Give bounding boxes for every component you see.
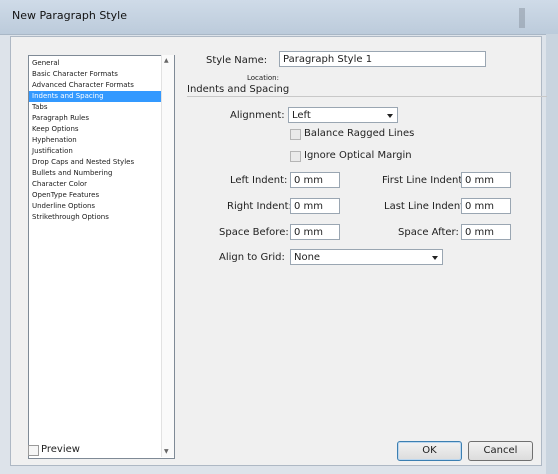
first-line-indent-label: First Line Indent: (382, 175, 466, 186)
category-item[interactable]: Indents and Spacing (29, 91, 174, 102)
align-to-grid-label: Align to Grid: (219, 252, 285, 263)
alignment-value: Left (292, 110, 311, 121)
category-list[interactable]: General Basic Character Formats Advanced C… (28, 55, 175, 459)
window-edge (546, 34, 558, 474)
balance-ragged-label: Balance Ragged Lines (304, 128, 415, 139)
style-name-label: Style Name: (206, 55, 268, 66)
category-item[interactable]: Keep Options (29, 124, 174, 135)
balance-ragged-checkbox[interactable] (290, 129, 301, 140)
cancel-button[interactable]: Cancel (468, 441, 533, 461)
preview-checkbox[interactable] (28, 445, 39, 456)
category-item[interactable]: OpenType Features (29, 190, 174, 201)
last-line-indent-field[interactable]: 0 mm (461, 198, 511, 214)
align-to-grid-value: None (294, 252, 321, 263)
ignore-optical-label: Ignore Optical Margin (304, 150, 412, 161)
category-item[interactable]: Tabs (29, 102, 174, 113)
category-item[interactable]: Character Color (29, 179, 174, 190)
right-indent-field[interactable]: 0 mm (290, 198, 340, 214)
dialog-panel: General Basic Character Formats Advanced C… (10, 36, 547, 466)
section-divider (187, 96, 547, 97)
title-bar: New Paragraph Style (0, 0, 558, 35)
category-item[interactable]: Advanced Character Formats (29, 80, 174, 91)
chevron-down-icon (432, 256, 438, 260)
category-item[interactable]: Paragraph Rules (29, 113, 174, 124)
left-indent-field[interactable]: 0 mm (290, 172, 340, 188)
category-item[interactable]: Justification (29, 146, 174, 157)
first-line-indent-field[interactable]: 0 mm (461, 172, 511, 188)
ignore-optical-checkbox[interactable] (290, 151, 301, 162)
chevron-down-icon (387, 114, 393, 118)
section-title: Indents and Spacing (187, 84, 290, 95)
space-before-field[interactable]: 0 mm (290, 224, 340, 240)
scroll-up-icon[interactable]: ▲ (164, 57, 169, 64)
alignment-dropdown[interactable]: Left (288, 107, 398, 123)
preview-label: Preview (41, 444, 80, 455)
ok-button[interactable]: OK (397, 441, 462, 461)
window-title: New Paragraph Style (12, 9, 127, 22)
space-after-label: Space After: (398, 227, 459, 238)
category-item[interactable]: Drop Caps and Nested Styles (29, 157, 174, 168)
scroll-down-icon[interactable]: ▼ (164, 448, 169, 455)
left-indent-label: Left Indent: (230, 175, 288, 186)
category-items: General Basic Character Formats Advanced C… (29, 56, 174, 223)
space-after-field[interactable]: 0 mm (461, 224, 511, 240)
category-item[interactable]: Basic Character Formats (29, 69, 174, 80)
location-label: Location: (247, 74, 279, 82)
category-item[interactable]: Hyphenation (29, 135, 174, 146)
title-bar-mark (519, 8, 525, 28)
category-item[interactable]: Strikethrough Options (29, 212, 174, 223)
category-item[interactable]: Bullets and Numbering (29, 168, 174, 179)
space-before-label: Space Before: (219, 227, 289, 238)
category-item[interactable]: General (29, 58, 174, 69)
style-name-field[interactable]: Paragraph Style 1 (279, 51, 486, 67)
alignment-label: Alignment: (230, 110, 285, 121)
last-line-indent-label: Last Line Indent: (384, 201, 468, 212)
right-indent-label: Right Indent: (227, 201, 292, 212)
align-to-grid-dropdown[interactable]: None (290, 249, 443, 265)
category-item[interactable]: Underline Options (29, 201, 174, 212)
category-scrollbar[interactable]: ▲ ▼ (161, 55, 174, 457)
